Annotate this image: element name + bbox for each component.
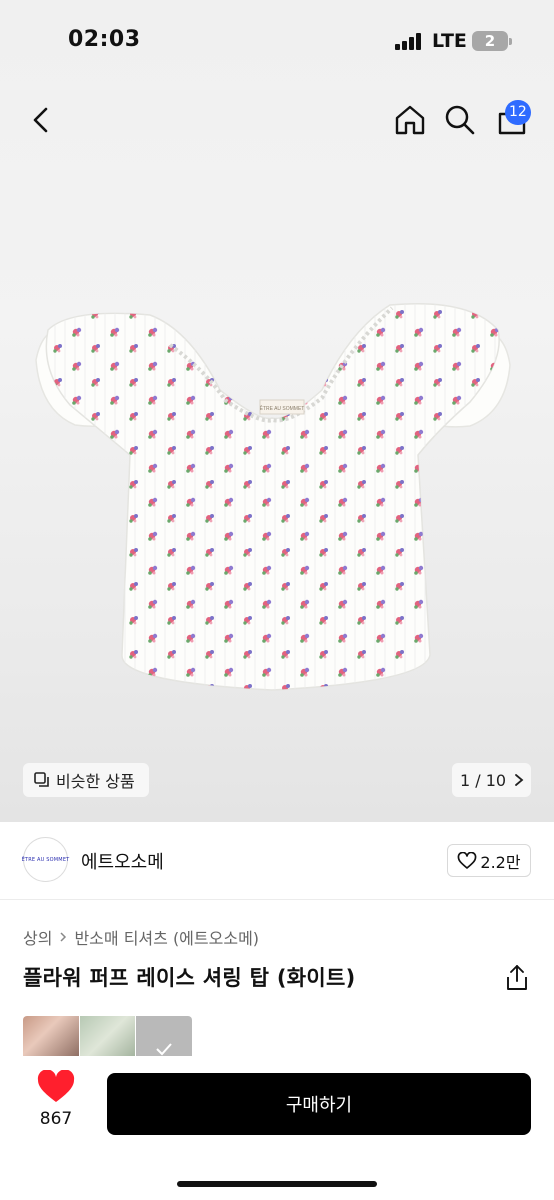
product-title: 플라워 퍼프 레이스 셔링 탑 (화이트) — [23, 966, 356, 990]
thumbnail[interactable] — [79, 1016, 136, 1056]
cart-badge: 12 — [505, 100, 531, 125]
similar-products-button[interactable]: 비슷한 상품 — [23, 763, 149, 797]
heart-filled-icon — [37, 1069, 75, 1102]
status-time: 02:03 — [68, 27, 141, 52]
wishlist-count: 867 — [39, 1109, 73, 1129]
product-image[interactable]: ÊTRE AU SOMMET — [30, 290, 515, 705]
battery-tip — [509, 38, 512, 45]
breadcrumb-item[interactable]: 반소매 티셔츠 (에트오소메) — [74, 925, 259, 949]
battery-icon: 2 — [472, 31, 508, 51]
thumbnail-strip[interactable] — [23, 1016, 192, 1056]
home-button[interactable] — [392, 102, 428, 138]
search-button[interactable] — [442, 102, 478, 138]
home-icon — [395, 105, 425, 135]
wishlist-button[interactable] — [36, 1069, 76, 1104]
image-counter[interactable]: 1 / 10 — [452, 763, 531, 797]
share-button[interactable] — [504, 964, 530, 992]
image-counter-text: 1 / 10 — [460, 770, 507, 790]
thumbnail[interactable] — [23, 1016, 79, 1056]
signal-icon — [395, 33, 423, 50]
store-like-count: 2.2만 — [480, 852, 521, 872]
share-icon — [507, 965, 527, 990]
buy-button[interactable]: 구매하기 — [107, 1073, 531, 1135]
store-like-button[interactable]: 2.2만 — [447, 844, 531, 877]
store-name[interactable]: 에트오소메 — [81, 848, 164, 874]
store-logo[interactable]: ÊTRE AU SOMMET — [21, 837, 70, 882]
breadcrumb-item[interactable]: 상의 — [23, 925, 52, 949]
store-logo-text: ÊTRE AU SOMMET — [21, 856, 70, 863]
back-button[interactable] — [24, 102, 58, 138]
store-row[interactable]: ÊTRE AU SOMMET 에트오소메 2.2만 — [0, 822, 554, 900]
network-label: LTE — [432, 30, 467, 52]
thumbnail[interactable] — [136, 1016, 192, 1056]
check-icon — [156, 1043, 172, 1056]
home-indicator — [177, 1181, 377, 1187]
status-bar: 02:03 LTE 2 — [0, 0, 554, 80]
chevron-right-icon — [60, 932, 67, 942]
copy-icon — [34, 772, 49, 787]
heart-outline-icon — [458, 851, 477, 869]
garment-label: ÊTRE AU SOMMET — [260, 404, 305, 412]
similar-products-label: 비슷한 상품 — [56, 772, 135, 791]
search-icon — [445, 105, 475, 135]
bottom-bar: 867 구매하기 — [0, 1056, 554, 1200]
chevron-right-icon — [515, 774, 524, 786]
breadcrumb: 상의 반소매 티셔츠 (에트오소메) — [23, 925, 259, 949]
back-icon — [33, 107, 48, 133]
top-garment: ÊTRE AU SOMMET — [35, 302, 511, 691]
buy-button-label: 구매하기 — [285, 1095, 353, 1116]
